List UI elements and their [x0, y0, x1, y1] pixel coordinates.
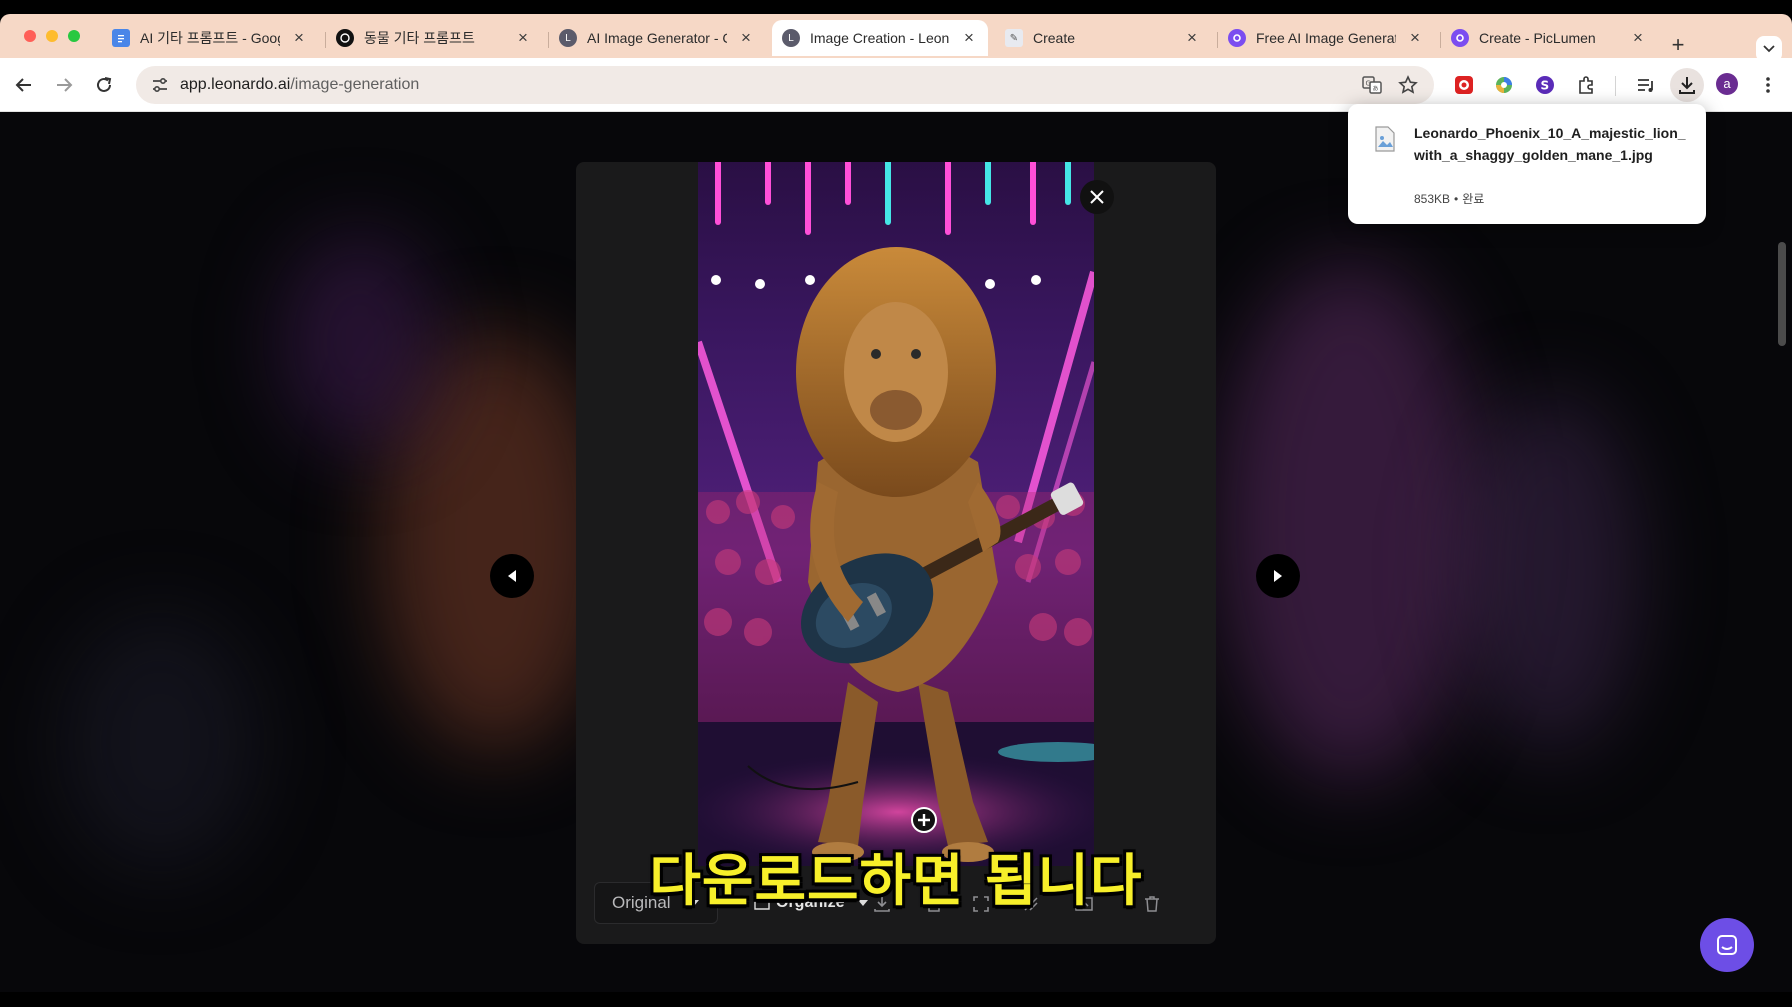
- screen-top-strip: [0, 0, 1792, 14]
- download-status: 완료: [1462, 192, 1485, 206]
- svg-text:S: S: [1541, 79, 1550, 93]
- support-chat-button[interactable]: [1700, 918, 1754, 972]
- tab-title: Image Creation - Leon: [810, 30, 950, 46]
- window-close-button[interactable]: [24, 30, 36, 42]
- svg-text:あ: あ: [1373, 86, 1379, 93]
- tab-ai-guitar-prompt-doc[interactable]: AI 기타 프롬프트 - Googl ×: [102, 20, 318, 56]
- new-tab-button[interactable]: +: [1666, 34, 1690, 58]
- reload-button[interactable]: [92, 73, 116, 97]
- close-icon: [1090, 190, 1104, 204]
- reload-icon: [97, 77, 112, 92]
- tab-title: Create - PicLumen: [1479, 30, 1596, 46]
- close-icon[interactable]: ×: [290, 28, 308, 48]
- next-image-button[interactable]: [1256, 554, 1300, 598]
- add-to-collection-button[interactable]: [911, 807, 937, 833]
- docs-icon: [112, 29, 130, 47]
- background-blur: [1220, 262, 1480, 782]
- create-icon: ✎: [1005, 29, 1023, 47]
- url-text: app.leonardo.ai/image-generation: [180, 76, 419, 94]
- tab-title: Create: [1033, 30, 1076, 46]
- generated-image-lion-guitarist[interactable]: [698, 162, 1094, 866]
- close-icon[interactable]: ×: [737, 28, 755, 48]
- piclumen-icon: [1451, 29, 1469, 47]
- video-subtitle: 다운로드하면 됩니다: [649, 849, 1143, 914]
- download-size: 853KB: [1414, 192, 1451, 206]
- tab-bar: AI 기타 프롬프트 - Googl × 동물 기타 프롬프트 × L AI I…: [0, 14, 1792, 62]
- image-viewer-modal: Original Organize: [576, 162, 1216, 944]
- background-blur: [60, 612, 260, 872]
- leonardo-icon: L: [559, 29, 577, 47]
- close-icon[interactable]: ×: [1183, 28, 1201, 48]
- url-host: app.leonardo.ai: [180, 76, 291, 93]
- previous-image-button[interactable]: [490, 554, 534, 598]
- screen-bottom-strip: [0, 992, 1792, 1007]
- download-popup: Leonardo_Phoenix_10_A_majestic_lion_with…: [1348, 104, 1706, 224]
- chevron-down-icon: [1763, 45, 1775, 53]
- tab-title: Free AI Image Generat: [1256, 30, 1396, 46]
- page-scrollbar[interactable]: [1778, 242, 1786, 346]
- profile-avatar[interactable]: a: [1716, 73, 1738, 95]
- close-icon[interactable]: ×: [1629, 28, 1647, 48]
- image-file-icon: [1375, 126, 1395, 152]
- extension-color-wheel-icon[interactable]: [1492, 73, 1516, 97]
- close-viewer-button[interactable]: [1080, 180, 1114, 214]
- url-path: /image-generation: [290, 76, 420, 93]
- extension-red-icon[interactable]: [1452, 73, 1476, 97]
- piclumen-icon: [1228, 29, 1246, 47]
- tab-create[interactable]: ✎ Create ×: [995, 20, 1211, 56]
- extension-s-icon[interactable]: S: [1533, 73, 1557, 97]
- tab-image-creation-leonardo[interactable]: L Image Creation - Leon ×: [772, 20, 988, 56]
- download-icon[interactable]: [1675, 73, 1699, 97]
- arrow-left-icon: [15, 78, 31, 92]
- toolbar-separator: [1615, 76, 1616, 96]
- translate-icon[interactable]: Gあ: [1360, 73, 1384, 97]
- download-meta: 853KB • 완료: [1414, 190, 1488, 207]
- tab-title: 동물 기타 프롬프트: [364, 30, 475, 46]
- address-bar[interactable]: app.leonardo.ai/image-generation Gあ: [136, 66, 1434, 104]
- tab-free-ai-image-generator[interactable]: Free AI Image Generat ×: [1218, 20, 1434, 56]
- forward-button[interactable]: [52, 73, 76, 97]
- menu-kebab-icon[interactable]: [1756, 73, 1780, 97]
- media-queue-icon[interactable]: [1634, 73, 1658, 97]
- caret-right-icon: [1274, 570, 1282, 582]
- bookmark-star-icon[interactable]: [1396, 73, 1420, 97]
- caret-left-icon: [508, 570, 516, 582]
- tab-create-piclumen[interactable]: Create - PicLumen ×: [1441, 20, 1657, 56]
- leonardo-icon: L: [782, 29, 800, 47]
- chatgpt-icon: [336, 29, 354, 47]
- tab-title: AI 기타 프롬프트 - Googl: [140, 30, 280, 46]
- tab-title: AI Image Generator - C: [587, 30, 727, 46]
- close-icon[interactable]: ×: [960, 28, 978, 48]
- chat-icon: [1717, 935, 1737, 955]
- window-minimize-button[interactable]: [46, 30, 58, 42]
- download-filename[interactable]: Leonardo_Phoenix_10_A_majestic_lion_with…: [1414, 122, 1688, 166]
- arrow-right-icon: [57, 78, 73, 92]
- svg-text:G: G: [1366, 80, 1371, 88]
- background-blur: [280, 232, 440, 452]
- extensions-puzzle-icon[interactable]: [1574, 73, 1598, 97]
- close-icon[interactable]: ×: [514, 28, 532, 48]
- site-info-icon[interactable]: [148, 73, 172, 97]
- tab-animal-guitar-prompt[interactable]: 동물 기타 프롬프트 ×: [326, 20, 542, 56]
- close-icon[interactable]: ×: [1406, 28, 1424, 48]
- tab-ai-image-generator[interactable]: L AI Image Generator - C ×: [549, 20, 765, 56]
- window-zoom-button[interactable]: [68, 30, 80, 42]
- meta-separator: •: [1454, 192, 1459, 206]
- background-blur: [1460, 392, 1640, 752]
- plus-icon: [918, 814, 930, 826]
- back-button[interactable]: [12, 73, 36, 97]
